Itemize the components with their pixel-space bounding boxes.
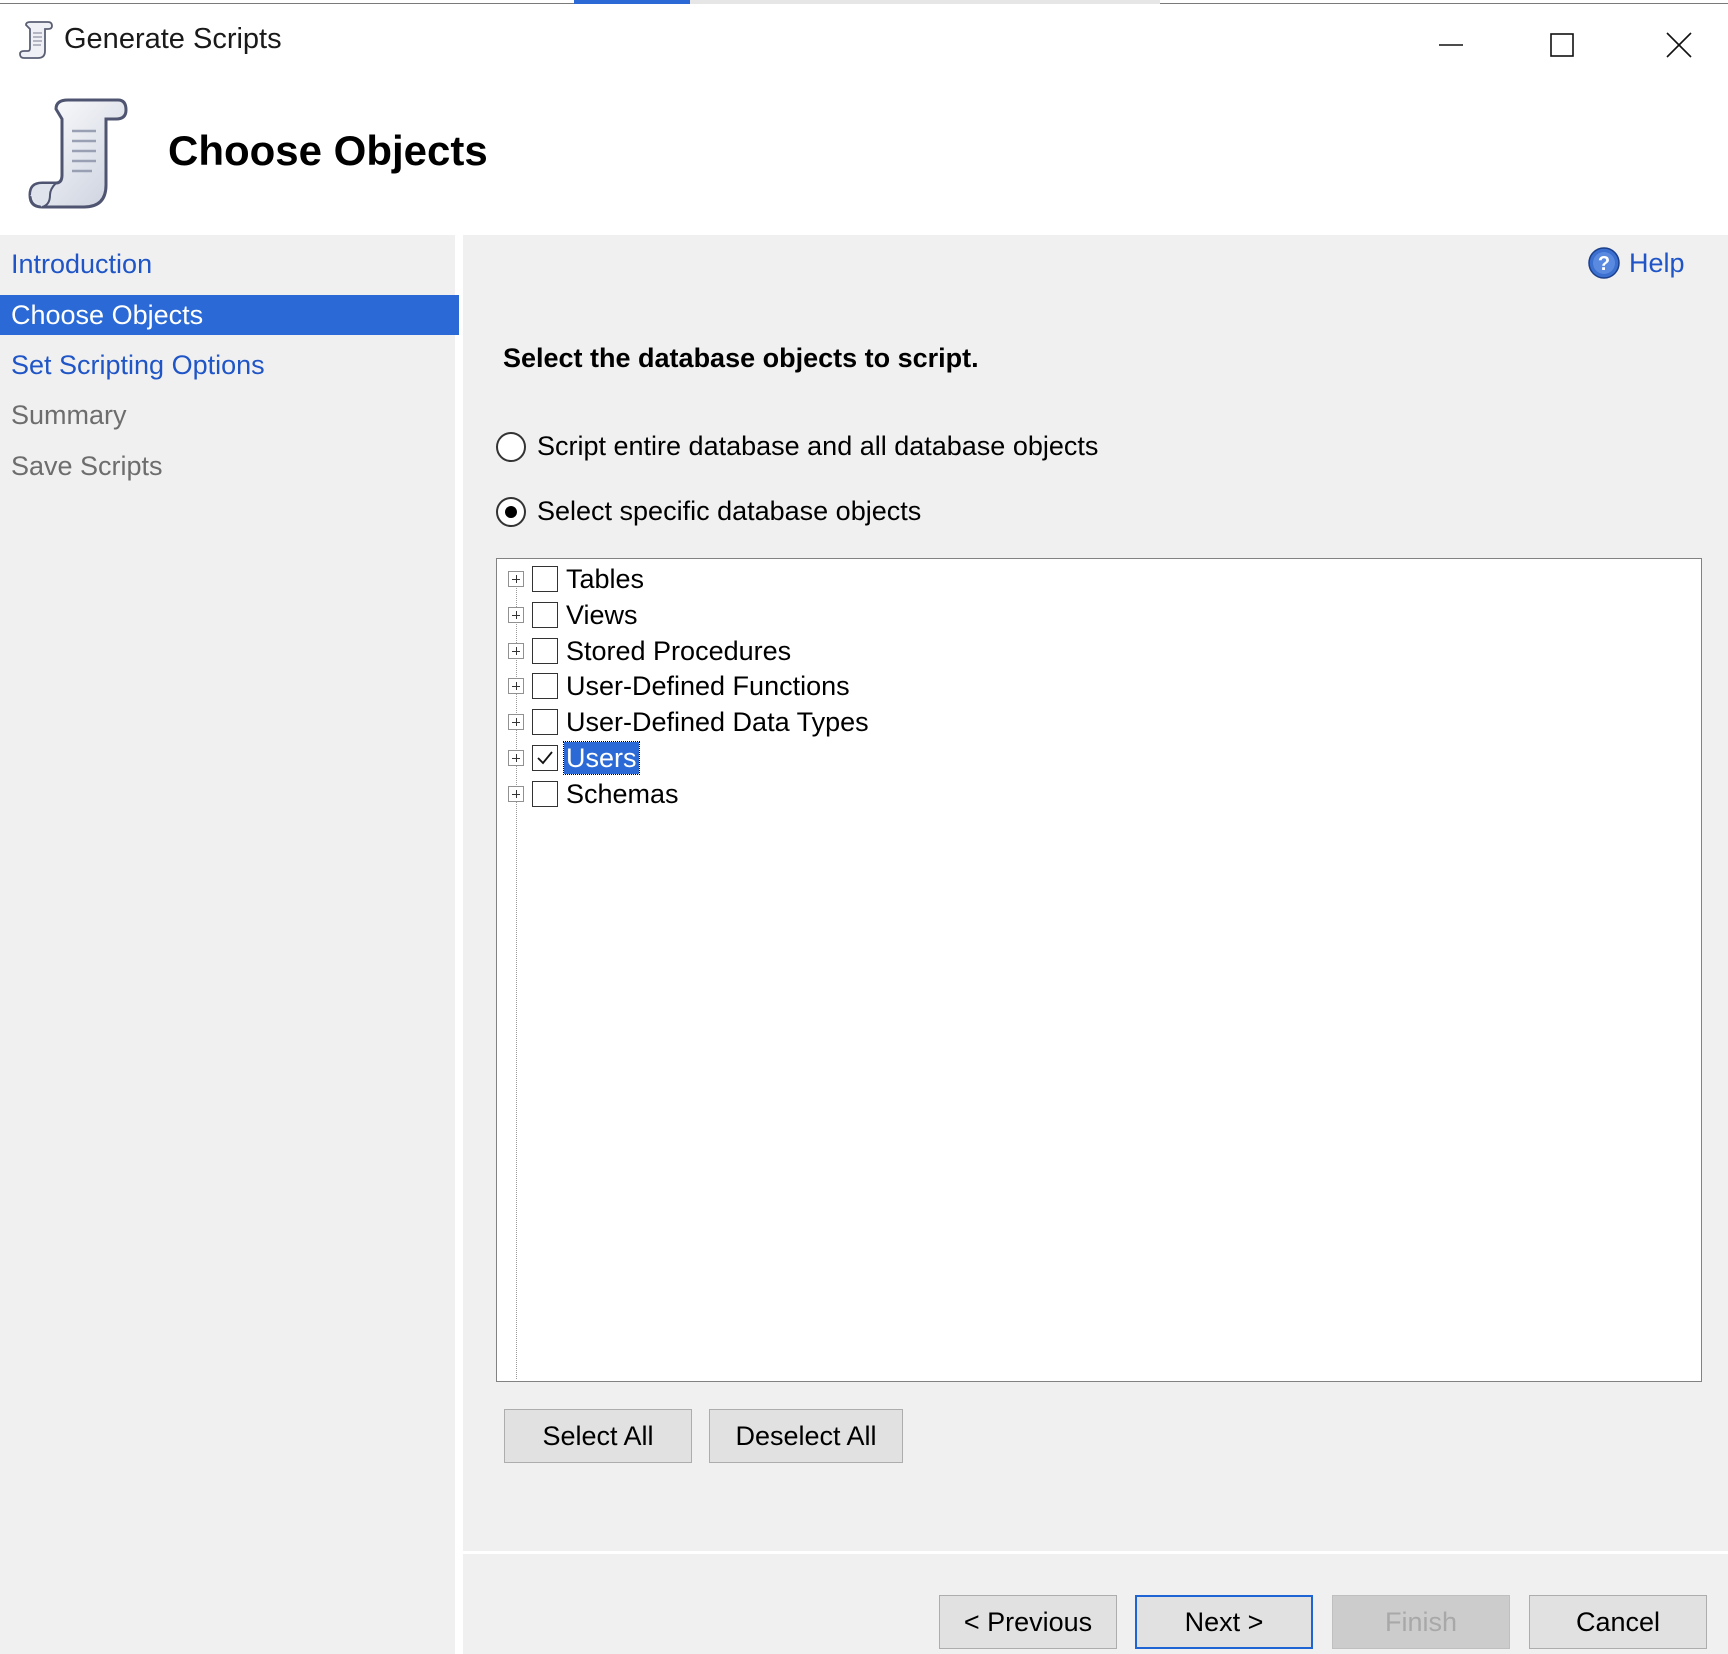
checkbox[interactable]	[532, 566, 558, 592]
wizard-sidebar: Introduction Choose Objects Set Scriptin…	[0, 235, 459, 1654]
previous-button[interactable]: < Previous	[939, 1595, 1117, 1649]
tree-item-user-defined-data-types[interactable]: User-Defined Data Types	[508, 705, 871, 739]
tree-item-label[interactable]: User-Defined Data Types	[564, 706, 871, 738]
checkbox[interactable]	[532, 781, 558, 807]
tree-item-label[interactable]: User-Defined Functions	[564, 670, 852, 702]
radio-button[interactable]	[496, 431, 526, 462]
tree-item-schemas[interactable]: Schemas	[508, 777, 681, 811]
radio-label[interactable]: Select specific database objects	[537, 496, 921, 527]
script-scroll-icon	[18, 21, 54, 61]
tree-item-label[interactable]: Views	[564, 599, 640, 631]
tree-item-label[interactable]: Schemas	[564, 778, 681, 810]
checkbox-checked[interactable]	[532, 745, 558, 771]
tree-item-user-defined-functions[interactable]: User-Defined Functions	[508, 669, 852, 703]
minimize-icon	[1439, 44, 1463, 46]
sidebar-item-introduction[interactable]: Introduction	[0, 244, 459, 284]
close-button[interactable]	[1639, 13, 1719, 77]
next-button[interactable]: Next >	[1135, 1595, 1313, 1649]
active-tab-indicator	[574, 0, 690, 4]
checkmark-icon	[537, 751, 553, 765]
footer-divider	[463, 1551, 1728, 1554]
window-title: Generate Scripts	[64, 23, 282, 55]
maximize-icon	[1550, 33, 1574, 57]
checkbox[interactable]	[532, 602, 558, 628]
tree-item-label[interactable]: Stored Procedures	[564, 635, 793, 667]
finish-button: Finish	[1332, 1595, 1510, 1649]
main-panel: ? Help Select the database objects to sc…	[463, 235, 1728, 1654]
checkbox[interactable]	[532, 673, 558, 699]
expand-plus-icon[interactable]	[508, 643, 524, 659]
tree-item-views[interactable]: Views	[508, 598, 640, 632]
object-tree[interactable]: Tables Views Stored Procedures User-Defi…	[496, 558, 1702, 1382]
checkbox[interactable]	[532, 709, 558, 735]
minimize-button[interactable]	[1411, 13, 1491, 77]
radio-script-entire-database[interactable]: Script entire database and all database …	[496, 431, 1098, 462]
help-link[interactable]: ? Help	[1587, 246, 1685, 280]
deselect-all-button[interactable]: Deselect All	[709, 1409, 903, 1463]
window-top-border	[0, 0, 1728, 4]
svg-text:?: ?	[1598, 253, 1610, 275]
expand-plus-icon[interactable]	[508, 571, 524, 587]
select-all-button[interactable]: Select All	[504, 1409, 692, 1463]
help-icon: ?	[1588, 247, 1620, 279]
cancel-button[interactable]: Cancel	[1529, 1595, 1707, 1649]
expand-plus-icon[interactable]	[508, 607, 524, 623]
expand-plus-icon[interactable]	[508, 750, 524, 766]
radio-label[interactable]: Script entire database and all database …	[537, 431, 1098, 462]
sidebar-item-summary: Summary	[11, 400, 127, 430]
radio-button[interactable]	[496, 496, 526, 527]
wizard-header: Choose Objects	[0, 77, 1728, 235]
script-scroll-icon	[26, 97, 130, 211]
tree-item-stored-procedures[interactable]: Stored Procedures	[508, 634, 793, 668]
radio-select-specific-objects[interactable]: Select specific database objects	[496, 496, 921, 527]
instruction-text: Select the database objects to script.	[503, 343, 979, 373]
tab-indicator-track	[690, 0, 1160, 4]
help-label[interactable]: Help	[1629, 248, 1685, 279]
sidebar-item-save-scripts: Save Scripts	[11, 451, 163, 481]
close-icon	[1666, 32, 1692, 58]
expand-plus-icon[interactable]	[508, 678, 524, 694]
expand-plus-icon[interactable]	[508, 714, 524, 730]
tree-item-label[interactable]: Tables	[564, 563, 646, 595]
checkbox[interactable]	[532, 638, 558, 664]
tree-item-label[interactable]: Users	[563, 741, 640, 775]
sidebar-item-choose-objects[interactable]: Choose Objects	[0, 295, 459, 335]
page-title: Choose Objects	[168, 127, 488, 174]
sidebar-item-set-scripting-options[interactable]: Set Scripting Options	[0, 345, 459, 385]
expand-plus-icon[interactable]	[508, 786, 524, 802]
tree-item-tables[interactable]: Tables	[508, 562, 646, 596]
maximize-button[interactable]	[1522, 13, 1602, 77]
tree-item-users[interactable]: Users	[508, 741, 640, 775]
title-bar: Generate Scripts	[0, 5, 1728, 77]
